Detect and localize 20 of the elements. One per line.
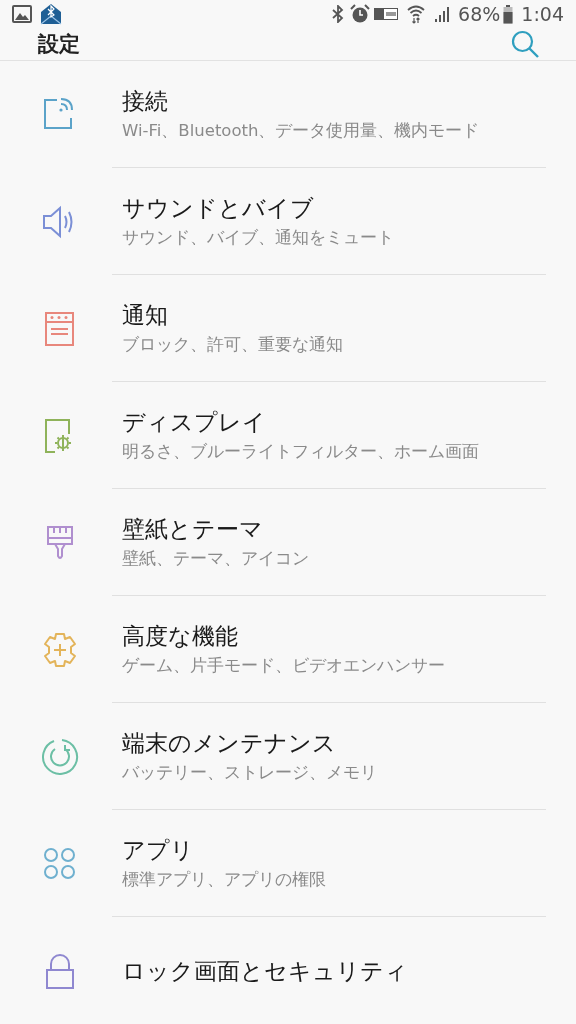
- setting-title[interactable]: 壁紙とテーマ: [122, 514, 309, 544]
- setting-title[interactable]: 高度な機能: [122, 621, 445, 651]
- setting-title[interactable]: ロック画面とセキュリティ: [122, 955, 408, 986]
- battery-percent: 68%: [458, 2, 501, 27]
- setting-description: バッテリー、ストレージ、メモリ: [122, 762, 377, 784]
- setting-title[interactable]: サウンドとバイブ: [122, 193, 394, 223]
- setting-description: Wi-Fi、Bluetooth、データ使用量、機内モード: [122, 120, 480, 142]
- setting-title[interactable]: 通知: [122, 300, 343, 330]
- setting-description: サウンド、バイブ、通知をミュート: [122, 227, 394, 249]
- setting-title[interactable]: ディスプレイ: [122, 407, 479, 437]
- setting-description: ゲーム、片手モード、ビデオエンハンサー: [122, 655, 445, 677]
- clock: 1:04: [521, 2, 564, 27]
- setting-description: 壁紙、テーマ、アイコン: [122, 548, 309, 570]
- page-title: 設定: [38, 30, 81, 58]
- setting-title[interactable]: 端末のメンテナンス: [122, 728, 377, 758]
- setting-title[interactable]: アプリ: [122, 835, 326, 865]
- setting-description: ブロック、許可、重要な通知: [122, 334, 343, 356]
- setting-description: 標準アプリ、アプリの権限: [122, 869, 326, 891]
- setting-description: 明るさ、ブルーライトフィルター、ホーム画面: [122, 441, 479, 463]
- setting-title[interactable]: 接続: [122, 86, 480, 116]
